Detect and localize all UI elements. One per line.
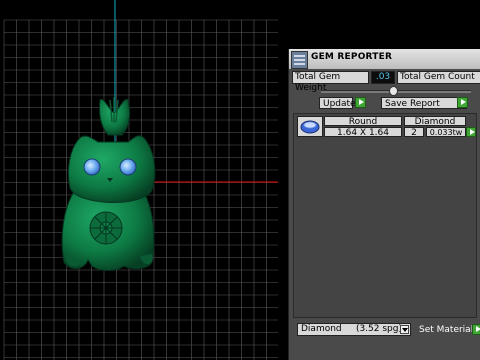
total-gem-weight-value: .03 xyxy=(371,71,395,84)
gem-weight-cell: 0.033tw xyxy=(426,127,466,137)
update-button[interactable]: Update xyxy=(319,97,356,109)
column-header-cut: Round xyxy=(324,116,402,127)
gem-row-go-icon[interactable] xyxy=(466,127,476,137)
panel-header: GEM REPORTER xyxy=(289,49,480,69)
3d-viewport[interactable] xyxy=(0,0,285,360)
set-material-label: Set Material xyxy=(419,325,474,335)
column-header-material: Diamond xyxy=(404,116,466,127)
total-gem-weight-label: Total Gem Weight xyxy=(292,71,369,93)
chevron-down-icon[interactable] xyxy=(400,325,409,334)
left-eye-gem xyxy=(83,158,101,176)
panel-title: GEM REPORTER xyxy=(311,52,393,62)
round-gem-icon[interactable] xyxy=(297,116,323,137)
save-report-button[interactable]: Save Report xyxy=(381,97,467,109)
gem-count-cell: 2 xyxy=(404,127,424,138)
save-report-go-icon[interactable] xyxy=(457,97,468,108)
gem-size-cell: 1.64 X 1.64 xyxy=(324,127,402,138)
material-select-value: Diamond (3.52 spg) xyxy=(301,324,402,334)
update-go-icon[interactable] xyxy=(355,97,366,108)
flower-emblem xyxy=(89,211,123,245)
gem-reporter-panel: GEM REPORTER Total Gem Weight .03 Total … xyxy=(288,49,480,360)
set-material-go-icon[interactable] xyxy=(472,324,480,335)
right-eye-gem xyxy=(119,158,137,176)
cat-pendant-model[interactable] xyxy=(61,97,156,271)
app-logo-icon xyxy=(291,51,308,69)
material-select[interactable]: Diamond (3.52 spg) xyxy=(297,323,411,336)
gem-list[interactable]: Round Diamond 1.64 X 1.64 2 0.033tw xyxy=(293,113,477,318)
viewport-canvas[interactable] xyxy=(0,0,285,360)
slider-thumb[interactable] xyxy=(389,86,398,96)
total-gem-count-label: Total Gem Count xyxy=(397,71,480,84)
